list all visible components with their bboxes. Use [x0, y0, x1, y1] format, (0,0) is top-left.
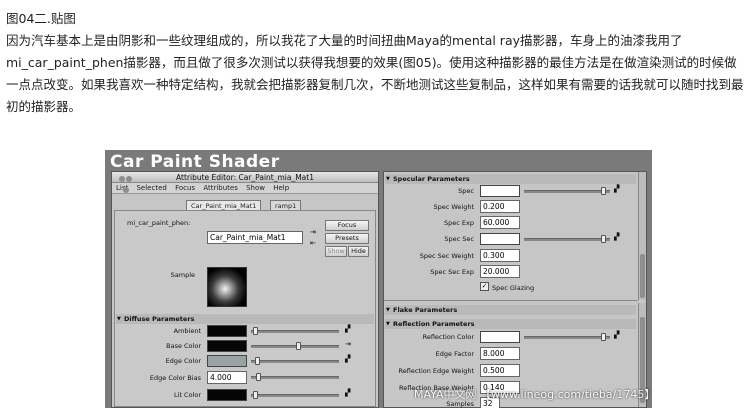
go-output-icon[interactable]: ⇤ [310, 239, 316, 247]
spec-sec-weight-label: Spec Sec Weight [419, 252, 474, 260]
spec-sec-slider[interactable] [524, 235, 610, 243]
hide-button[interactable]: Hide [348, 246, 369, 257]
shader-sample-swatch [207, 267, 247, 307]
menu-selected[interactable]: Selected [136, 184, 166, 192]
spec-sec-slider-thumb[interactable] [601, 235, 606, 243]
lit-color-label: Lit Color [173, 391, 201, 399]
spec-glazing-label: Spec Glazing [492, 284, 535, 292]
edge-color-label: Edge Color [165, 357, 201, 365]
menu-help[interactable]: Help [273, 184, 289, 192]
menu-show[interactable]: Show [246, 184, 265, 192]
reflection-parameters-section[interactable]: Reflection Parameters [385, 319, 636, 329]
spec-exp-field[interactable]: 60.000 [480, 216, 520, 229]
base-color-swatch[interactable] [207, 340, 247, 352]
edge-factor-label: Edge Factor [435, 350, 474, 358]
ambient-slider[interactable] [251, 327, 339, 335]
presets-button[interactable]: Presets [325, 233, 369, 244]
reflection-edge-weight-label: Reflection Edge Weight [398, 367, 474, 375]
spec-glazing-checkbox[interactable]: ✓ [480, 282, 489, 291]
upper-scrollbar[interactable] [638, 172, 646, 300]
window-titlebar[interactable]: Attribute Editor: Car_Paint_mia_Mat1 [112, 172, 378, 193]
spec-sec-exp-field[interactable]: 20.000 [480, 265, 520, 278]
reflection-edge-weight-field[interactable]: 0.500 [480, 364, 520, 377]
base-color-slider[interactable] [251, 342, 339, 350]
ambient-map-icon[interactable]: ▞ [345, 325, 350, 333]
menu-bar: List Selected Focus Attributes Show Help [112, 183, 378, 194]
spec-sec-map-icon[interactable]: ▞ [614, 233, 619, 241]
tab-ramp1[interactable]: ramp1 [270, 200, 302, 210]
base-color-slider-thumb[interactable] [296, 342, 301, 350]
ambient-swatch[interactable] [207, 325, 247, 337]
edge-color-slider[interactable] [251, 357, 339, 365]
spec-swatch[interactable] [480, 185, 520, 197]
base-color-connection-icon[interactable]: ⇥ [345, 340, 351, 348]
lit-color-slider[interactable] [251, 391, 339, 399]
focus-button[interactable]: Focus [325, 220, 369, 231]
reflection-color-slider[interactable] [524, 333, 610, 341]
flake-parameters-section[interactable]: Flake Parameters [385, 305, 636, 315]
edge-color-bias-label: Edge Color Bias [149, 374, 201, 382]
section-divider [384, 300, 638, 301]
spec-sec-weight-field[interactable]: 0.300 [480, 249, 520, 262]
lit-color-slider-thumb[interactable] [253, 391, 258, 399]
base-color-label: Base Color [166, 342, 201, 350]
reflection-color-swatch[interactable] [480, 331, 520, 343]
node-name-field[interactable]: Car_Paint_mia_Mat1 [207, 231, 303, 244]
upper-scrollbar-thumb[interactable] [640, 254, 645, 298]
reflection-color-slider-thumb[interactable] [601, 333, 606, 341]
go-input-icon[interactable]: ⇥ [310, 228, 316, 236]
spec-slider-thumb[interactable] [601, 187, 606, 195]
menu-focus[interactable]: Focus [175, 184, 195, 192]
edge-color-swatch[interactable] [207, 355, 247, 367]
tab-car-paint-mia-mat1[interactable]: Car_Paint_mia_Mat1 [186, 200, 262, 210]
show-button[interactable]: Show [325, 246, 347, 257]
figure-caption: 图04二.贴图 [6, 11, 76, 26]
reflection-color-map-icon[interactable]: ▞ [614, 331, 619, 339]
reflection-color-label: Reflection Color [422, 333, 474, 341]
node-tabs: Car_Paint_mia_Mat1 ramp1 [112, 198, 378, 210]
window-controls[interactable] [116, 174, 136, 193]
attribute-panel: mi_car_paint_phen: Car_Paint_mia_Mat1 ⇥ … [114, 210, 376, 407]
spec-sec-exp-label: Spec Sec Exp [430, 268, 474, 276]
menu-attributes[interactable]: Attributes [203, 184, 238, 192]
watermark: MAYA中文网 【www.lineog.com/tieba/1745】 [414, 388, 656, 401]
attribute-editor-window: Attribute Editor: Car_Paint_mia_Mat1 Lis… [111, 171, 379, 408]
ambient-label: Ambient [173, 327, 201, 335]
spec-map-icon[interactable]: ▞ [614, 185, 619, 193]
diffuse-parameters-section[interactable]: Diffuse Parameters [116, 314, 374, 324]
article-paragraph: 因为汽车基本上是由阴影和一些纹理组成的，所以我花了大量的时间扭曲Maya的men… [6, 33, 744, 114]
spec-sec-swatch[interactable] [480, 233, 520, 245]
banner-title: Car Paint Shader [110, 152, 280, 172]
window-title: Attribute Editor: Car_Paint_mia_Mat1 [176, 173, 314, 182]
spec-weight-field[interactable]: 0.200 [480, 200, 520, 213]
specular-parameters-section[interactable]: Specular Parameters [385, 174, 636, 184]
edge-color-slider-thumb[interactable] [255, 357, 260, 365]
node-type-label: mi_car_paint_phen: [127, 219, 191, 227]
specular-reflection-panel: Specular Parameters Spec ▞ Spec Weight 0… [383, 171, 647, 408]
spec-weight-label: Spec Weight [433, 203, 474, 211]
spec-exp-label: Spec Exp [444, 219, 474, 227]
article: 图04二.贴图 因为汽车基本上是由阴影和一些纹理组成的，所以我花了大量的时间扭曲… [6, 8, 746, 118]
edge-color-bias-slider[interactable] [251, 373, 339, 381]
edge-color-bias-slider-thumb[interactable] [256, 373, 261, 381]
spec-slider[interactable] [524, 187, 610, 195]
ambient-slider-thumb[interactable] [253, 327, 258, 335]
spec-label: Spec [458, 187, 474, 195]
lit-color-swatch[interactable] [207, 389, 247, 401]
edge-factor-field[interactable]: 8.000 [480, 347, 520, 360]
car-paint-shader-screenshot: Car Paint Shader Attribute Editor: Car_P… [105, 150, 652, 408]
sample-label: Sample [170, 271, 195, 279]
edge-color-bias-field[interactable]: 4.000 [207, 371, 247, 384]
lit-color-map-icon[interactable]: ▞ [345, 389, 350, 397]
spec-sec-label: Spec Sec [444, 235, 474, 243]
edge-color-map-icon[interactable]: ▞ [345, 355, 350, 363]
